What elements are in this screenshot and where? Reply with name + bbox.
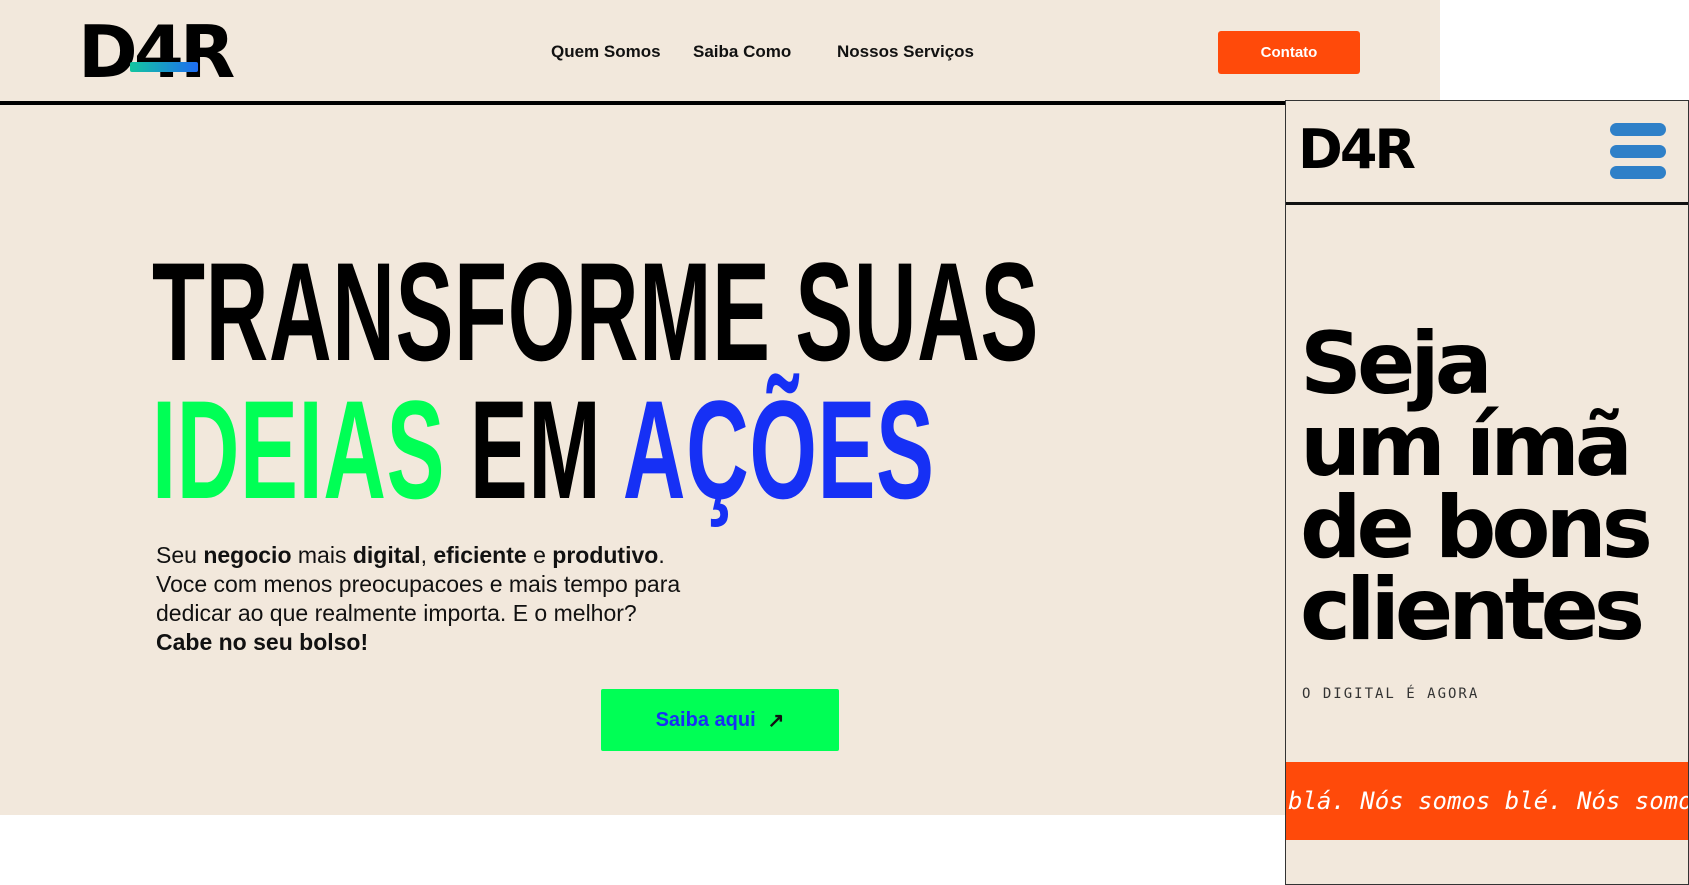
menu-bar [1610,123,1666,136]
logo-letter-r: R [179,10,235,94]
mobile-hero-title: Seja um ímã de bons clientes [1300,314,1680,660]
mobile-mockup: D4R Seja um ímã de bons clientes O DIGIT… [1285,100,1689,885]
nav-nossos-servicos[interactable]: Nossos Serviços [837,42,974,62]
marquee-text: blá. Nós somos blé. Nós somos bl [1288,787,1688,815]
subtext-bold-end: Cabe no seu bolso! [156,629,369,655]
saiba-aqui-button[interactable]: Saiba aqui ↗ [601,689,839,751]
subtext-bold: produtivo [552,542,659,568]
nav-quem-somos[interactable]: Quem Somos [551,42,661,62]
d4r-logo[interactable]: D4R [78,10,235,94]
menu-bar [1610,166,1666,179]
hamburger-menu-icon[interactable] [1610,123,1666,179]
logo-letter-4: 4 [129,10,199,94]
headline-ideias: IDEIAS [152,371,446,528]
headline-em: EM [469,371,602,528]
subtext-part: . [658,542,665,568]
title-line: Seja [1300,314,1493,414]
desktop-header: D4R Quem Somos Saiba Como Nossos Serviço… [0,0,1440,105]
saiba-aqui-label: Saiba aqui [655,708,756,731]
mobile-tagline: O DIGITAL É AGORA [1302,686,1480,702]
contact-button[interactable]: Contato [1218,31,1360,74]
nav-saiba-como[interactable]: Saiba Como [693,42,791,62]
subtext-line-2: Voce com menos preocupacoes e mais tempo… [156,571,681,626]
marquee-banner: blá. Nós somos blé. Nós somos bl [1286,762,1688,840]
title-line: clientes [1300,560,1645,660]
subtext-part: e [526,542,553,568]
hero-subtext: Seu negocio mais digital, eficiente e pr… [156,541,716,657]
logo-letter-d: D [78,10,138,94]
title-line: de bons [1300,478,1653,578]
title-line: um ímã [1300,396,1633,496]
headline-acoes: AÇÕES [622,371,935,528]
mobile-d4r-logo[interactable]: D4R [1298,121,1416,179]
subtext-part: , [420,542,434,568]
headline-line-1: TRANSFORME SUAS [152,233,1039,390]
subtext-part: Seu [156,542,204,568]
subtext-bold: negocio [203,542,292,568]
arrow-up-right-icon: ↗ [767,709,785,732]
menu-bar [1610,144,1666,158]
subtext-bold: eficiente [433,542,527,568]
headline-line-2: IDEIAS EM AÇÕES [152,380,935,520]
mobile-header: D4R [1286,101,1688,205]
desktop-mockup: D4R Quem Somos Saiba Como Nossos Serviço… [0,0,1440,815]
subtext-bold: digital [352,542,421,568]
subtext-part: mais [291,542,353,568]
